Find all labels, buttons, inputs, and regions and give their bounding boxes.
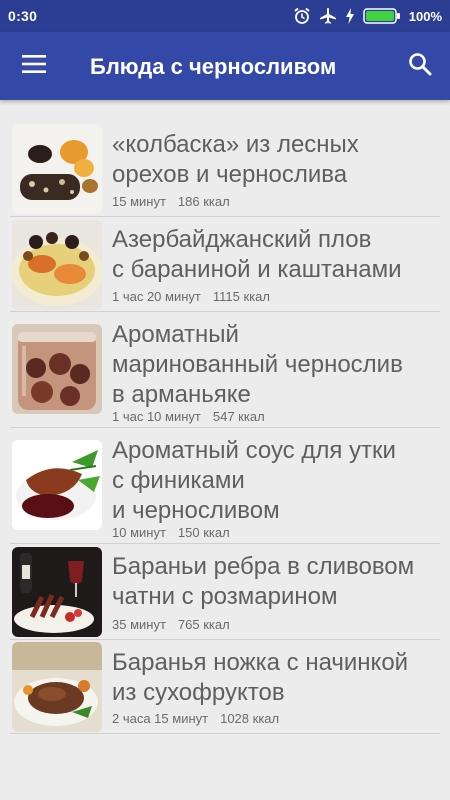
recipe-title: Бараньи ребра в сливовом чатни с розмари… bbox=[112, 552, 438, 612]
recipe-calories: 186 ккал bbox=[177, 194, 230, 209]
recipe-title-line: из сухофруктов bbox=[112, 679, 285, 706]
recipe-meta: 10 минут 150 ккал bbox=[112, 525, 230, 540]
status-bar: 0:30 100% bbox=[0, 0, 450, 32]
recipe-meta: 2 часа 15 минут 1028 ккал bbox=[112, 711, 279, 726]
battery-icon bbox=[363, 8, 401, 24]
recipe-time: 10 минут bbox=[112, 525, 166, 540]
recipe-thumbnail bbox=[12, 220, 102, 310]
recipe-title: Ароматный соус для утки с финиками и чер… bbox=[112, 436, 438, 526]
recipe-time: 1 час 20 минут bbox=[112, 289, 201, 304]
status-icons: 100% bbox=[293, 7, 442, 25]
page-title: Блюда с черносливом bbox=[90, 54, 337, 79]
recipe-title-line: «колбаска» из лесных bbox=[112, 131, 359, 158]
app-bar: Блюда с черносливом bbox=[0, 32, 450, 100]
recipe-title-line: и черносливом bbox=[112, 497, 280, 524]
alarm-icon bbox=[293, 7, 311, 25]
recipe-list-item[interactable]: Азербайджанский плов с бараниной и кашта… bbox=[10, 217, 440, 312]
recipe-title: Ароматный маринованный чернослив в арман… bbox=[112, 320, 438, 410]
recipe-thumbnail bbox=[12, 324, 102, 414]
battery-percent: 100% bbox=[408, 8, 442, 24]
recipe-calories: 150 ккал bbox=[177, 525, 230, 540]
recipe-title-line: с финиками bbox=[112, 467, 245, 494]
recipe-title: Азербайджанский плов с бараниной и кашта… bbox=[112, 225, 438, 285]
recipe-calories: 1115 ккал bbox=[212, 289, 270, 304]
recipe-meta: 15 минут 186 ккал bbox=[112, 194, 230, 209]
recipe-title-line: Баранья ножка с начинкой bbox=[112, 649, 409, 676]
recipe-title-line: в арманьяке bbox=[112, 381, 251, 408]
recipe-title-line: Бараньи ребра в сливовом bbox=[112, 553, 415, 580]
airplane-mode-icon bbox=[319, 7, 337, 25]
recipe-title: Баранья ножка с начинкой из сухофруктов bbox=[112, 648, 438, 708]
hamburger-menu-icon bbox=[22, 54, 46, 78]
recipe-list-item[interactable]: Баранья ножка с начинкой из сухофруктов … bbox=[10, 640, 440, 734]
recipe-title-line: Ароматный bbox=[112, 321, 239, 348]
recipe-title-line: Азербайджанский плов bbox=[112, 226, 372, 253]
recipe-time: 2 часа 15 минут bbox=[112, 711, 209, 726]
recipe-time: 15 минут bbox=[112, 194, 166, 209]
recipe-calories: 765 ккал bbox=[177, 617, 230, 632]
recipe-calories: 547 ккал bbox=[212, 409, 265, 424]
search-button[interactable] bbox=[400, 46, 440, 86]
recipe-list-item[interactable]: Бараньи ребра в сливовом чатни с розмари… bbox=[10, 544, 440, 640]
recipe-list-item[interactable]: «колбаска» из лесных орехов и чернослива… bbox=[10, 122, 440, 217]
recipe-title-line: чатни с розмарином bbox=[112, 583, 338, 610]
recipe-calories: 1028 ккал bbox=[220, 711, 280, 726]
recipe-title: «колбаска» из лесных орехов и чернослива bbox=[112, 130, 438, 190]
recipe-title-line: с бараниной и каштанами bbox=[112, 256, 402, 283]
recipe-thumbnail bbox=[12, 440, 102, 530]
search-icon bbox=[408, 52, 432, 81]
recipe-meta: 1 час 10 минут 547 ккал bbox=[112, 409, 265, 424]
recipe-thumbnail bbox=[12, 547, 102, 637]
recipe-meta: 1 час 20 минут 1115 ккал bbox=[112, 289, 270, 304]
recipe-thumbnail bbox=[12, 642, 102, 732]
status-time: 0:30 bbox=[8, 8, 38, 24]
recipe-time: 35 минут bbox=[112, 617, 166, 632]
charging-icon bbox=[345, 8, 355, 24]
recipe-time: 1 час 10 минут bbox=[112, 409, 201, 424]
recipe-title-line: маринованный чернослив bbox=[112, 351, 403, 378]
recipe-title-line: Ароматный соус для утки bbox=[112, 437, 396, 464]
recipe-meta: 35 минут 765 ккал bbox=[112, 617, 230, 632]
recipe-list-item[interactable]: Ароматный маринованный чернослив в арман… bbox=[10, 312, 440, 428]
recipe-thumbnail bbox=[12, 124, 102, 214]
recipe-title-line: орехов и чернослива bbox=[112, 161, 348, 188]
menu-button[interactable] bbox=[14, 46, 54, 86]
recipe-list-item[interactable]: Ароматный соус для утки с финиками и чер… bbox=[10, 428, 440, 544]
